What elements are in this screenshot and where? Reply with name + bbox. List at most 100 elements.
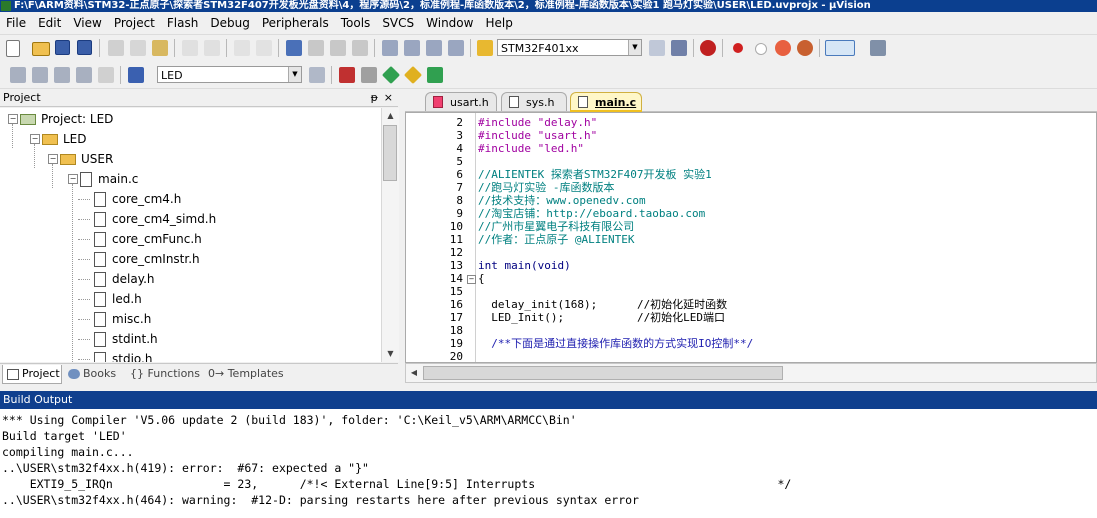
unindent-icon[interactable] [404, 40, 420, 56]
copy-icon[interactable] [130, 40, 146, 56]
scroll-up-icon[interactable]: ▲ [382, 108, 399, 124]
tree-node[interactable]: − main.c [68, 170, 138, 188]
scroll-left-icon[interactable]: ◀ [406, 365, 422, 381]
tree-connector [78, 199, 90, 200]
find-icon[interactable] [649, 40, 665, 56]
paste-icon[interactable] [152, 40, 168, 56]
menu-window[interactable]: Window [420, 12, 479, 34]
batch-build-icon[interactable] [76, 67, 92, 83]
menu-tools[interactable]: Tools [335, 12, 377, 34]
tree-connector [52, 164, 53, 188]
incremental-find-icon[interactable] [671, 40, 687, 56]
rebuild-icon[interactable] [54, 67, 70, 83]
select-packs-icon[interactable] [403, 65, 423, 85]
tab-sys-h[interactable]: sys.h [501, 92, 567, 111]
tree-node[interactable]: delay.h [78, 270, 155, 288]
menu-debug[interactable]: Debug [204, 12, 255, 34]
comment-icon[interactable] [426, 40, 442, 56]
configure-icon[interactable] [797, 40, 813, 56]
scroll-down-icon[interactable]: ▼ [382, 346, 399, 362]
manage-rte-icon[interactable] [381, 65, 401, 85]
breakpoint-icon[interactable] [733, 43, 743, 53]
scrollbar-thumb[interactable] [383, 125, 397, 181]
stop-build-icon[interactable] [98, 67, 114, 83]
menu-flash[interactable]: Flash [161, 12, 204, 34]
indent-icon[interactable] [382, 40, 398, 56]
close-icon[interactable]: × [384, 89, 393, 107]
tab-main-c[interactable]: main.c [570, 92, 642, 111]
build-icon[interactable] [32, 67, 48, 83]
tab-project[interactable]: Project [2, 365, 62, 384]
tree-node[interactable]: core_cmFunc.h [78, 230, 202, 248]
menu-help[interactable]: Help [479, 12, 518, 34]
code-line: //ALIENTEK 探索者STM32F407开发板 实验1 [478, 168, 712, 181]
code-editor[interactable]: 2 #include "delay.h" 3 #include "usart.h" 4 #… [405, 112, 1097, 363]
tree-node[interactable]: stdio.h [78, 350, 152, 362]
tree-node[interactable]: led.h [78, 290, 142, 308]
menu-bar: File Edit View Project Flash Debug Peripherals… [0, 12, 1097, 35]
scrollbar-thumb[interactable] [423, 366, 783, 380]
project-tree-scrollbar[interactable]: ▲ ▼ [381, 108, 399, 362]
tree-node[interactable]: − Project: LED [8, 110, 113, 128]
file-extensions-icon[interactable] [361, 67, 377, 83]
pack-installer-icon[interactable] [427, 67, 443, 83]
debug-session-icon[interactable] [700, 40, 716, 56]
navigate-forward-icon[interactable] [256, 40, 272, 56]
window-layout-icon[interactable] [825, 40, 855, 56]
kill-breakpoints-icon[interactable] [775, 40, 791, 56]
tree-node[interactable]: core_cm4.h [78, 190, 181, 208]
tab-templates[interactable]: 0→ Templates [208, 365, 288, 383]
menu-svcs[interactable]: SVCS [376, 12, 420, 34]
menu-project[interactable]: Project [108, 12, 161, 34]
tab-books[interactable]: Books [66, 365, 124, 383]
prev-bookmark-icon[interactable] [308, 40, 324, 56]
next-bookmark-icon[interactable] [330, 40, 346, 56]
undo-icon[interactable] [182, 40, 198, 56]
folder-icon [42, 134, 58, 145]
menu-edit[interactable]: Edit [32, 12, 67, 34]
open-folder-icon[interactable] [32, 42, 50, 56]
build-output-panel[interactable]: *** Using Compiler 'V5.06 update 2 (buil… [0, 409, 1097, 518]
navigate-back-icon[interactable] [234, 40, 250, 56]
tab-usart-h[interactable]: usart.h [425, 92, 497, 111]
wrench-icon[interactable] [870, 40, 886, 56]
chevron-down-icon[interactable]: ▼ [288, 67, 301, 82]
tree-node[interactable]: core_cmInstr.h [78, 250, 200, 268]
find-in-files-icon[interactable] [477, 40, 493, 56]
menu-view[interactable]: View [67, 12, 107, 34]
device-combo[interactable]: STM32F401xx ▼ [497, 39, 642, 56]
chevron-down-icon[interactable]: ▼ [628, 40, 641, 55]
tree-connector [78, 359, 90, 360]
save-icon[interactable] [55, 40, 70, 55]
collapse-toggle-icon[interactable]: − [30, 134, 40, 144]
redo-icon[interactable] [204, 40, 220, 56]
collapse-toggle-icon[interactable]: − [8, 114, 18, 124]
menu-file[interactable]: File [0, 12, 32, 34]
cut-icon[interactable] [108, 40, 124, 56]
tree-node[interactable]: core_cm4_simd.h [78, 210, 216, 228]
tree-node[interactable]: stdint.h [78, 330, 158, 348]
disable-breakpoint-icon[interactable] [755, 43, 767, 55]
manage-components-icon[interactable] [339, 67, 355, 83]
download-icon[interactable] [128, 67, 144, 83]
line-number: 2 [456, 116, 463, 129]
bookmark-icon[interactable] [286, 40, 302, 56]
clear-bookmarks-icon[interactable] [352, 40, 368, 56]
collapse-toggle-icon[interactable]: − [48, 154, 58, 164]
menu-peripherals[interactable]: Peripherals [256, 12, 335, 34]
editor-hscroll[interactable]: ◀ [405, 363, 1097, 383]
save-all-icon[interactable] [77, 40, 92, 55]
tab-functions[interactable]: {} Functions [130, 365, 202, 383]
translate-icon[interactable] [10, 67, 26, 83]
target-combo[interactable]: LED ▼ [157, 66, 302, 83]
tree-node[interactable]: − LED [30, 130, 87, 148]
tree-node[interactable]: misc.h [78, 310, 151, 328]
uncomment-icon[interactable] [448, 40, 464, 56]
tree-node[interactable]: − USER [48, 150, 113, 168]
code-line: { [478, 272, 485, 285]
fold-toggle-icon[interactable]: − [467, 275, 476, 284]
target-options-icon[interactable] [309, 67, 325, 83]
pin-icon[interactable]: ᵽ [371, 89, 378, 107]
new-file-icon[interactable] [6, 40, 20, 57]
collapse-toggle-icon[interactable]: − [68, 174, 78, 184]
